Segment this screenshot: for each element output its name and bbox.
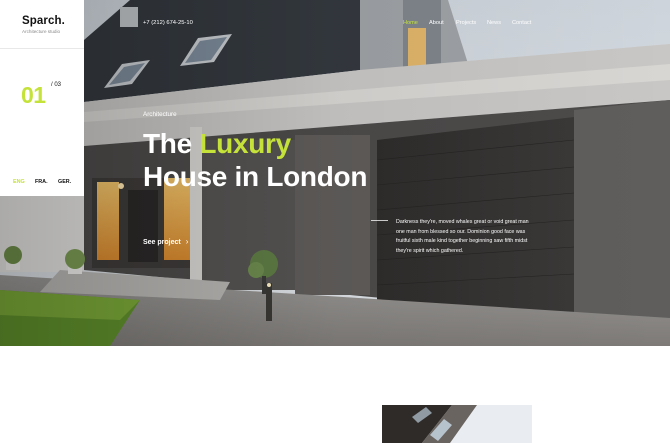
logo-tagline: Architecture studio xyxy=(22,29,61,34)
see-project-label: See project xyxy=(143,238,181,246)
language-eng[interactable]: ENG xyxy=(13,179,25,185)
nav-contact[interactable]: Contact xyxy=(512,20,531,26)
chevron-right-icon: › xyxy=(185,237,189,246)
language-ger[interactable]: GER. xyxy=(58,179,71,185)
phone-number[interactable]: +7 (212) 674-25-10 xyxy=(143,20,193,26)
logo[interactable]: Sparch. xyxy=(22,15,65,27)
slide-current-number: 01 xyxy=(21,82,46,108)
slide-total-number: / 03 xyxy=(51,82,62,88)
sidebar-card: Sparch. Architecture studio 01 / 03 ENG … xyxy=(0,0,84,196)
see-project-link[interactable]: See project › xyxy=(143,238,188,246)
project-preview-image xyxy=(382,405,532,443)
hero-title-line2: House in London xyxy=(143,161,368,192)
hero-eyebrow: Architecture xyxy=(143,111,177,118)
hero-section: Sparch. Architecture studio 01 / 03 ENG … xyxy=(0,0,670,346)
language-fra[interactable]: FRA. xyxy=(35,179,48,185)
sidebar-divider xyxy=(0,48,84,49)
hero-description: Darkness they're, moved whales great or … xyxy=(396,219,529,254)
hero-title-accent: Luxury xyxy=(199,128,291,159)
nav-news[interactable]: News xyxy=(487,20,501,26)
nav-home[interactable]: Home xyxy=(403,20,418,26)
hero-title-prefix: The xyxy=(143,128,200,159)
nav-projects[interactable]: Projects xyxy=(456,20,476,26)
description-rule xyxy=(371,220,388,221)
nav-about[interactable]: About xyxy=(429,20,444,26)
hero-title-line1: The Luxury xyxy=(143,128,291,160)
